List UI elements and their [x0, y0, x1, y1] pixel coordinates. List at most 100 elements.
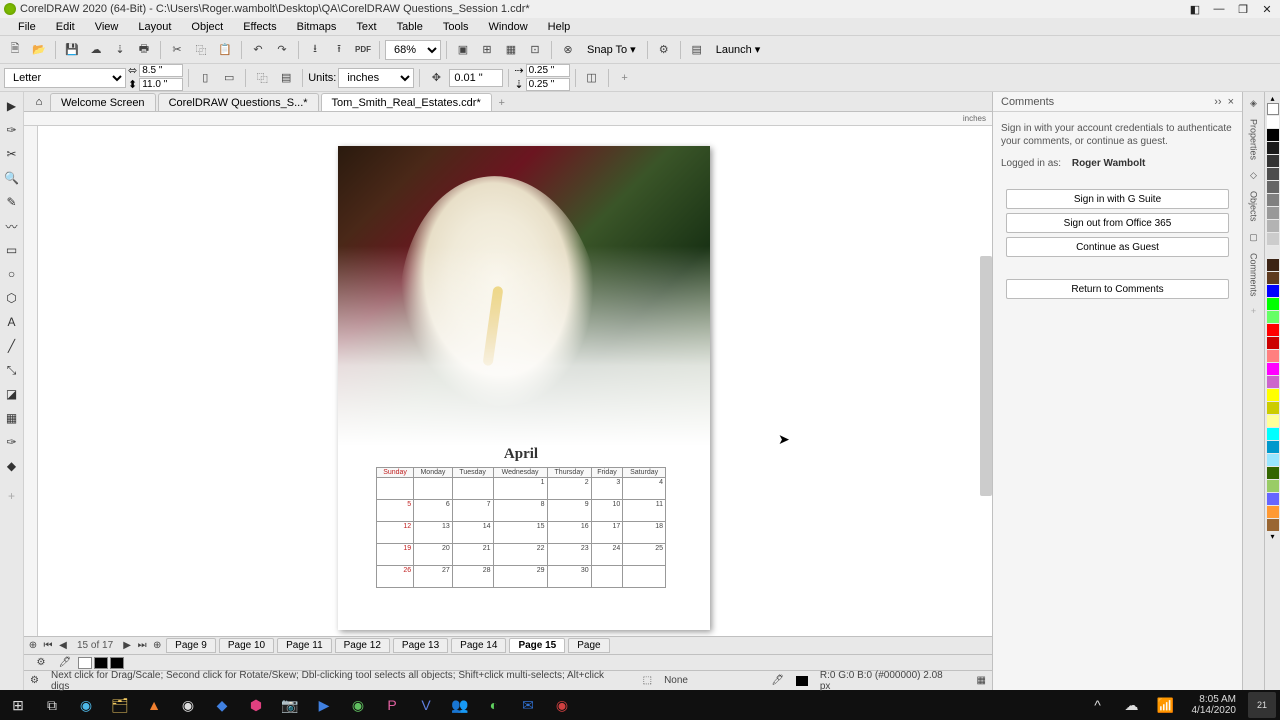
fullscreen-icon[interactable]: ▣ — [452, 39, 474, 61]
page-artboard[interactable]: April Sunday Monday Tuesday Wednesday Th… — [338, 146, 710, 630]
menu-file[interactable]: File — [8, 21, 46, 33]
rulers-icon[interactable]: ⊞ — [476, 39, 498, 61]
docker-properties[interactable]: Properties — [1249, 115, 1259, 164]
color-swatch[interactable] — [1267, 116, 1279, 128]
home-tab-icon[interactable]: ⌂ — [28, 93, 50, 111]
shape-tool-icon[interactable]: ✑ — [2, 120, 22, 140]
app-icon[interactable]: P — [378, 692, 406, 718]
color-swatch[interactable] — [1267, 337, 1279, 349]
tab-welcome[interactable]: Welcome Screen — [50, 93, 156, 111]
portrait-icon[interactable]: ▯ — [194, 67, 216, 89]
paste-icon[interactable]: 📋 — [214, 39, 236, 61]
polygon-tool-icon[interactable]: ⬡ — [2, 288, 22, 308]
close-panel-icon[interactable]: × — [1228, 96, 1234, 108]
transparency-icon[interactable]: ▦ — [2, 408, 22, 428]
color-proof-icon[interactable]: ▦ — [977, 675, 986, 686]
app-icon[interactable]: ◉ — [344, 692, 372, 718]
color-swatch[interactable] — [1267, 207, 1279, 219]
menu-layout[interactable]: Layout — [128, 21, 181, 33]
dup-x-input[interactable] — [526, 64, 570, 77]
copy-icon[interactable]: ⿻ — [190, 39, 212, 61]
tab-doc2[interactable]: Tom_Smith_Real_Estates.cdr* — [321, 93, 492, 111]
text-tool-icon[interactable]: A — [2, 312, 22, 332]
color-swatch[interactable] — [1267, 194, 1279, 206]
menu-view[interactable]: View — [85, 21, 129, 33]
wifi-icon[interactable]: 📶 — [1152, 692, 1180, 718]
scrollbar-vertical[interactable] — [980, 256, 992, 496]
docker-comments[interactable]: Comments — [1249, 249, 1259, 301]
eyedropper-docker-icon[interactable]: ◈ — [1250, 98, 1257, 109]
tab-doc1[interactable]: CorelDRAW Questions_S...* — [158, 93, 319, 111]
color-swatch[interactable] — [1267, 454, 1279, 466]
page-tab[interactable]: Page — [568, 638, 609, 653]
import-icon[interactable]: ⭳ — [304, 39, 326, 61]
color-swatch[interactable] — [1267, 493, 1279, 505]
landscape-icon[interactable]: ▭ — [218, 67, 240, 89]
ellipse-tool-icon[interactable]: ○ — [2, 264, 22, 284]
grid-icon[interactable]: ▦ — [500, 39, 522, 61]
launch-app-icon[interactable]: ▤ — [686, 39, 708, 61]
minimize-button[interactable]: — — [1210, 2, 1228, 16]
color-swatch[interactable] — [1267, 246, 1279, 258]
last-page-icon[interactable]: ⏭ — [135, 639, 149, 653]
color-swatch[interactable] — [1267, 506, 1279, 518]
return-comments-button[interactable]: Return to Comments — [1006, 279, 1230, 299]
palette-up-icon[interactable]: ▴ — [1270, 94, 1274, 103]
snap-off-icon[interactable]: ⊗ — [557, 39, 579, 61]
close-button[interactable]: ✕ — [1258, 2, 1276, 16]
dup-y-input[interactable] — [526, 78, 570, 91]
pdf-icon[interactable]: PDF — [352, 39, 374, 61]
explorer-icon[interactable]: 🗂 — [106, 692, 134, 718]
signout-office365-button[interactable]: Sign out from Office 365 — [1006, 213, 1230, 233]
gear-icon[interactable]: ⚙ — [30, 675, 39, 686]
menu-object[interactable]: Object — [181, 21, 233, 33]
comments-docker-icon[interactable]: ▢ — [1249, 232, 1258, 243]
drop-shadow-icon[interactable]: ◪ — [2, 384, 22, 404]
menu-table[interactable]: Table — [387, 21, 433, 33]
menu-effects[interactable]: Effects — [233, 21, 286, 33]
camera-icon[interactable]: 📷 — [276, 692, 304, 718]
menu-help[interactable]: Help — [538, 21, 581, 33]
outline-swatch[interactable] — [94, 657, 108, 669]
media-icon[interactable]: ▶ — [310, 692, 338, 718]
treat-as-filled-icon[interactable]: ◫ — [581, 67, 603, 89]
onedrive-icon[interactable]: ☁ — [1118, 692, 1146, 718]
objects-docker-icon[interactable]: ◇ — [1250, 170, 1257, 181]
crop-tool-icon[interactable]: ✂ — [2, 144, 22, 164]
maximize-button[interactable]: ❐ — [1234, 2, 1252, 16]
app-icon[interactable]: ⬢ — [242, 692, 270, 718]
menu-text[interactable]: Text — [346, 21, 386, 33]
color-swatch[interactable] — [1267, 220, 1279, 232]
freehand-tool-icon[interactable]: ✎ — [2, 192, 22, 212]
parallel-dim-icon[interactable]: ╱ — [2, 336, 22, 356]
teams-icon[interactable]: 👥 — [446, 692, 474, 718]
all-pages-icon[interactable]: ⿻ — [251, 67, 273, 89]
color-swatch[interactable] — [1267, 402, 1279, 414]
color-swatch[interactable] — [1267, 480, 1279, 492]
app-icon[interactable]: ◐ — [480, 692, 508, 718]
color-swatch[interactable] — [1267, 298, 1279, 310]
redo-icon[interactable]: ↷ — [271, 39, 293, 61]
page-tab-active[interactable]: Page 15 — [509, 638, 565, 653]
menu-window[interactable]: Window — [479, 21, 538, 33]
account-icon[interactable]: ◧ — [1186, 2, 1204, 16]
add-tool-icon[interactable]: + — [2, 486, 22, 506]
color-swatch[interactable] — [1267, 155, 1279, 167]
page-width-input[interactable] — [139, 64, 183, 77]
task-view-icon[interactable]: ⧉ — [38, 692, 66, 718]
app-icon[interactable]: ◆ — [208, 692, 236, 718]
color-swatch[interactable] — [1267, 129, 1279, 141]
tray-up-icon[interactable]: ^ — [1084, 692, 1112, 718]
docker-objects[interactable]: Objects — [1249, 187, 1259, 226]
zoom-level-dropdown[interactable]: 68% — [385, 40, 441, 60]
eyedropper-icon[interactable]: ✑ — [2, 432, 22, 452]
page-tab[interactable]: Page 10 — [219, 638, 274, 653]
fill-swatch[interactable] — [110, 657, 124, 669]
undo-icon[interactable]: ↶ — [247, 39, 269, 61]
notification-icon[interactable]: 21 — [1248, 692, 1276, 718]
nudge-distance-input[interactable] — [449, 69, 503, 87]
open-icon[interactable]: 📂 — [28, 39, 50, 61]
color-swatch[interactable] — [1267, 376, 1279, 388]
color-swatch[interactable] — [1267, 428, 1279, 440]
drawing-canvas[interactable]: April Sunday Monday Tuesday Wednesday Th… — [38, 126, 992, 636]
